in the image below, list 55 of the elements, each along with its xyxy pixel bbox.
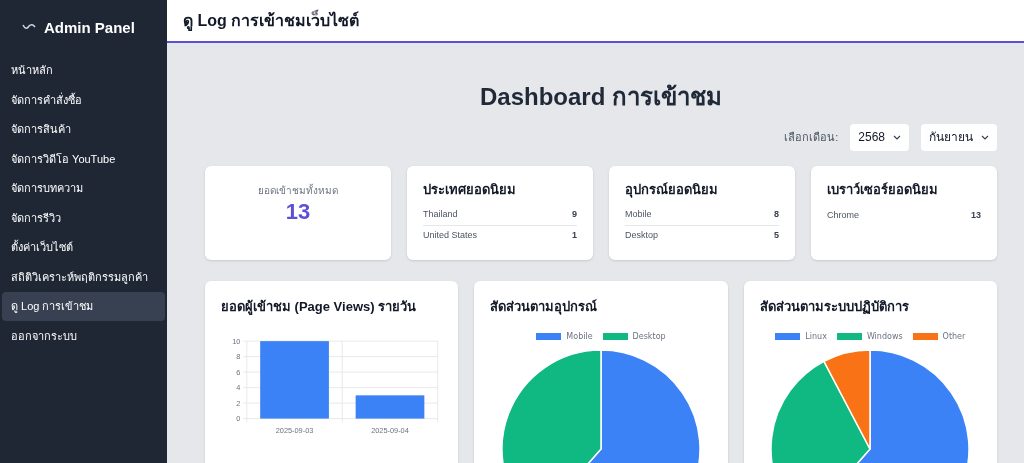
total-value: 13 xyxy=(285,198,311,226)
stat-count: 1 xyxy=(572,228,577,242)
sidebar-item[interactable]: ออกจากระบบ xyxy=(2,321,165,350)
card-title: อุปกรณ์ยอดนิยม xyxy=(625,181,719,200)
chart-title: สัดส่วนตามอุปกรณ์ xyxy=(490,298,599,317)
legend-swatch xyxy=(602,333,628,340)
chart-title: สัดส่วนตามระบบปฏิบัติการ xyxy=(759,298,910,316)
axis-tick-label: 2 xyxy=(236,398,241,408)
sidebar-title: Admin Panel xyxy=(44,17,135,38)
legend-label: Windows xyxy=(866,330,903,343)
total-label: ยอดเข้าชมทั้งหมด xyxy=(258,183,338,198)
legend-swatch xyxy=(836,333,862,340)
stat-name: United States xyxy=(423,228,478,242)
legend-label: Linux xyxy=(805,330,827,343)
stat-name: Chrome xyxy=(827,208,859,222)
chevron-down-icon xyxy=(981,134,989,140)
chevron-down-icon xyxy=(893,134,901,140)
chart-bar xyxy=(355,394,425,419)
axis-tick-label: 8 xyxy=(236,351,241,361)
legend-swatch xyxy=(912,333,938,340)
sidebar-item[interactable]: ดู Log การเข้าชม xyxy=(2,292,165,321)
sidebar-item[interactable]: จัดการสินค้า xyxy=(2,115,165,144)
card-title: ประเทศยอดนิยม xyxy=(423,181,517,199)
axis-tick-label: 10 xyxy=(232,336,241,346)
sidebar-item[interactable]: จัดการวิดีโอ YouTube xyxy=(2,144,165,173)
axis-tick-label: 6 xyxy=(236,367,241,377)
sidebar-item[interactable]: จัดการบทความ xyxy=(2,174,165,203)
month-select[interactable]: กันยายน xyxy=(921,123,997,151)
filter-label: เลือกเดือน: xyxy=(784,129,839,145)
sidebar-item[interactable]: ตั้งค่าเว็บไซต์ xyxy=(2,233,165,262)
legend-label: Mobile xyxy=(566,330,593,343)
stat-name: Desktop xyxy=(625,228,659,242)
sidebar-item[interactable]: หน้าหลัก xyxy=(2,56,165,85)
year-select[interactable]: 2568 xyxy=(850,123,909,151)
axis-tick-label: 4 xyxy=(236,382,241,392)
sidebar-item[interactable]: จัดการรีวิว xyxy=(2,203,165,232)
legend-label: Desktop xyxy=(632,330,666,343)
page-title: Dashboard การเข้าชม xyxy=(479,82,723,112)
card-title: เบราว์เซอร์ยอดนิยม xyxy=(827,181,939,199)
page-header-title: ดู Log การเข้าชมเว็บไซต์ xyxy=(183,8,360,33)
stat-count: 8 xyxy=(774,208,779,222)
stat-count: 13 xyxy=(971,208,981,222)
sidebar-item[interactable]: จัดการคำสั่งซื้อ xyxy=(2,85,165,114)
stat-count: 9 xyxy=(572,208,577,222)
axis-tick-label: 2025-09-04 xyxy=(371,425,409,435)
legend-swatch xyxy=(536,333,562,340)
sidebar-item[interactable]: สถิติวิเคราะห์พฤติกรรมลูกค้า xyxy=(2,262,165,291)
stat-name: Mobile xyxy=(625,208,652,222)
stat-name: Thailand xyxy=(423,208,458,222)
axis-tick-label: 0 xyxy=(236,413,241,423)
stat-count: 5 xyxy=(774,228,779,242)
legend-swatch xyxy=(775,333,801,340)
chart-title: ยอดผู้เข้าชม (Page Views) รายวัน xyxy=(221,298,418,317)
legend-label: Other xyxy=(942,330,966,343)
axis-tick-label: 2025-09-03 xyxy=(275,425,314,435)
